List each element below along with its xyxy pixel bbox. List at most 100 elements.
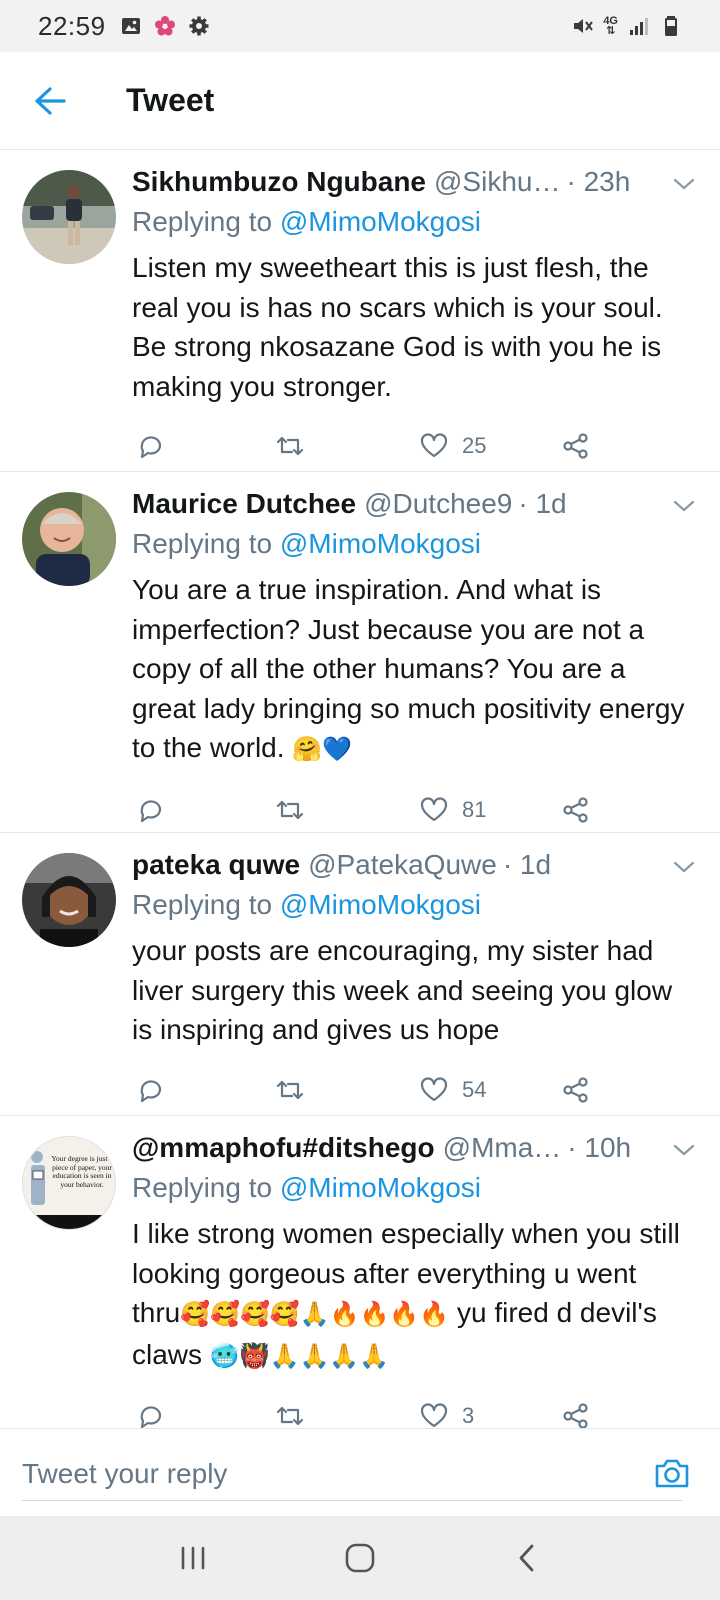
like-count: 81: [462, 796, 487, 822]
replying-to-line: Replying to @MimoMokgosi: [132, 889, 700, 929]
recent-apps-button[interactable]: [169, 1534, 217, 1582]
tweet-item[interactable]: Your degree is just a piece of paper, yo…: [0, 1116, 720, 1428]
avatar[interactable]: [22, 170, 116, 264]
author-name[interactable]: Sikhumbuzo Ngubane: [132, 166, 426, 198]
share-button[interactable]: [562, 1076, 590, 1104]
like-button[interactable]: 81: [420, 796, 486, 824]
settings-gear-icon: [189, 16, 209, 36]
tweet-meta: pateka quwe @PatekaQuwe · 1d: [132, 849, 700, 887]
replying-to-line: Replying to @MimoMokgosi: [132, 1172, 700, 1212]
mention-link[interactable]: @MimoMokgosi: [280, 206, 481, 237]
like-count: 54: [462, 1076, 487, 1102]
share-icon: [563, 1076, 588, 1103]
chevron-left-icon: [519, 1544, 534, 1572]
status-time: 22:59: [38, 10, 106, 41]
avatar-photo-icon: [22, 492, 116, 586]
replying-to-line: Replying to @MimoMokgosi: [132, 528, 700, 568]
tweet-meta: Maurice Dutchee @Dutchee9 · 1d: [132, 488, 700, 526]
home-button[interactable]: [336, 1534, 384, 1582]
tweet-text: I like strong women especially when you …: [132, 1214, 700, 1376]
retweet-icon: [276, 436, 304, 456]
author-name[interactable]: @mmaphofu#ditshego: [132, 1132, 435, 1164]
reply-input[interactable]: [22, 1447, 682, 1501]
retweet-button[interactable]: [276, 432, 304, 460]
author-handle[interactable]: @Sikhu…: [434, 166, 560, 198]
heart-icon: [420, 1076, 448, 1101]
back-arrow-icon: [35, 86, 66, 115]
tweet-text: You are a true inspiration. And what is …: [132, 570, 700, 770]
author-handle[interactable]: @Mma…: [443, 1132, 562, 1164]
mention-link[interactable]: @MimoMokgosi: [280, 1172, 481, 1203]
share-button[interactable]: [562, 432, 590, 460]
gallery-icon: [121, 18, 140, 34]
replying-prefix: Replying to: [132, 889, 273, 920]
reply-button[interactable]: [136, 1402, 164, 1428]
tweet-item[interactable]: Sikhumbuzo Ngubane @Sikhu… · 23h Replyin…: [0, 150, 720, 472]
flower-icon: [154, 16, 175, 36]
back-nav-button[interactable]: [503, 1534, 551, 1582]
mention-link[interactable]: @MimoMokgosi: [280, 889, 481, 920]
signal-strength-icon: [630, 18, 648, 35]
share-icon: [563, 1403, 588, 1428]
reply-button[interactable]: [136, 796, 164, 824]
retweet-icon: [276, 1406, 304, 1426]
tweet-emoji: 🥶👹🙏🙏🙏🙏: [209, 1341, 390, 1370]
replying-prefix: Replying to: [132, 206, 273, 237]
tweet-item[interactable]: Maurice Dutchee @Dutchee9 · 1d Replying …: [0, 472, 720, 833]
heart-icon: [420, 796, 448, 821]
tweet-meta: Sikhumbuzo Ngubane @Sikhu… · 23h: [132, 166, 700, 204]
avatar-caption: Your degree is just a piece of paper, yo…: [51, 1154, 113, 1189]
reply-feed[interactable]: Sikhumbuzo Ngubane @Sikhu… · 23h Replyin…: [0, 150, 720, 1428]
replying-to-line: Replying to @MimoMokgosi: [132, 206, 700, 246]
avatar[interactable]: Your degree is just a piece of paper, yo…: [22, 1136, 116, 1230]
chevron-down-icon[interactable]: [670, 496, 698, 516]
status-bar: 22:59 4G ⇅: [0, 0, 720, 52]
reply-icon: [140, 799, 162, 822]
author-name[interactable]: pateka quwe: [132, 849, 300, 881]
chevron-down-icon[interactable]: [670, 174, 698, 194]
network-type-label: 4G: [603, 15, 618, 27]
author-name[interactable]: Maurice Dutchee: [132, 488, 356, 520]
share-icon: [563, 796, 588, 823]
avatar[interactable]: [22, 492, 116, 586]
heart-icon: [420, 1403, 448, 1428]
reply-icon: [140, 1406, 162, 1428]
avatar-photo-icon: [22, 170, 116, 264]
tweet-time: · 10h: [567, 1132, 632, 1163]
reply-bar: [0, 1428, 720, 1516]
retweet-button[interactable]: [276, 1402, 304, 1428]
system-nav-bar: [0, 1516, 720, 1600]
like-count: 3: [462, 1403, 475, 1428]
share-button[interactable]: [562, 796, 590, 824]
app-header: Tweet: [0, 52, 720, 150]
chevron-down-icon[interactable]: [670, 857, 698, 877]
tweet-text: Listen my sweetheart this is just flesh,…: [132, 252, 663, 402]
recent-apps-icon: [182, 1546, 205, 1570]
author-handle[interactable]: @PatekaQuwe: [308, 849, 497, 881]
tweet-item[interactable]: pateka quwe @PatekaQuwe · 1d Replying to…: [0, 833, 720, 1116]
like-button[interactable]: 25: [420, 432, 486, 460]
tweet-text: your posts are encouraging, my sister ha…: [132, 935, 673, 1045]
chevron-down-icon[interactable]: [670, 1140, 698, 1160]
reply-button[interactable]: [136, 1076, 164, 1104]
like-button[interactable]: 54: [420, 1076, 486, 1104]
retweet-button[interactable]: [276, 796, 304, 824]
back-button[interactable]: [26, 77, 74, 125]
tweet-time: · 23h: [566, 166, 631, 197]
like-button[interactable]: 3: [420, 1402, 474, 1428]
reply-icon: [140, 436, 162, 459]
mention-link[interactable]: @MimoMokgosi: [280, 528, 481, 559]
tweet-emoji: 🥰🥰🥰🥰🙏🔥🔥🔥🔥: [180, 1300, 450, 1328]
retweet-button[interactable]: [276, 1076, 304, 1104]
camera-icon[interactable]: [652, 1453, 692, 1493]
tweet-actions: 3: [132, 1376, 700, 1428]
tweet-time: · 1d: [502, 849, 552, 880]
avatar[interactable]: [22, 853, 116, 947]
share-button[interactable]: [562, 1402, 590, 1428]
share-icon: [563, 433, 588, 459]
author-handle[interactable]: @Dutchee9: [364, 488, 512, 520]
reply-button[interactable]: [136, 432, 164, 460]
tweet-emoji: 🤗💙: [292, 735, 353, 763]
tweet-meta: @mmaphofu#ditshego @Mma… · 10h: [132, 1132, 700, 1170]
like-count: 25: [462, 433, 487, 458]
